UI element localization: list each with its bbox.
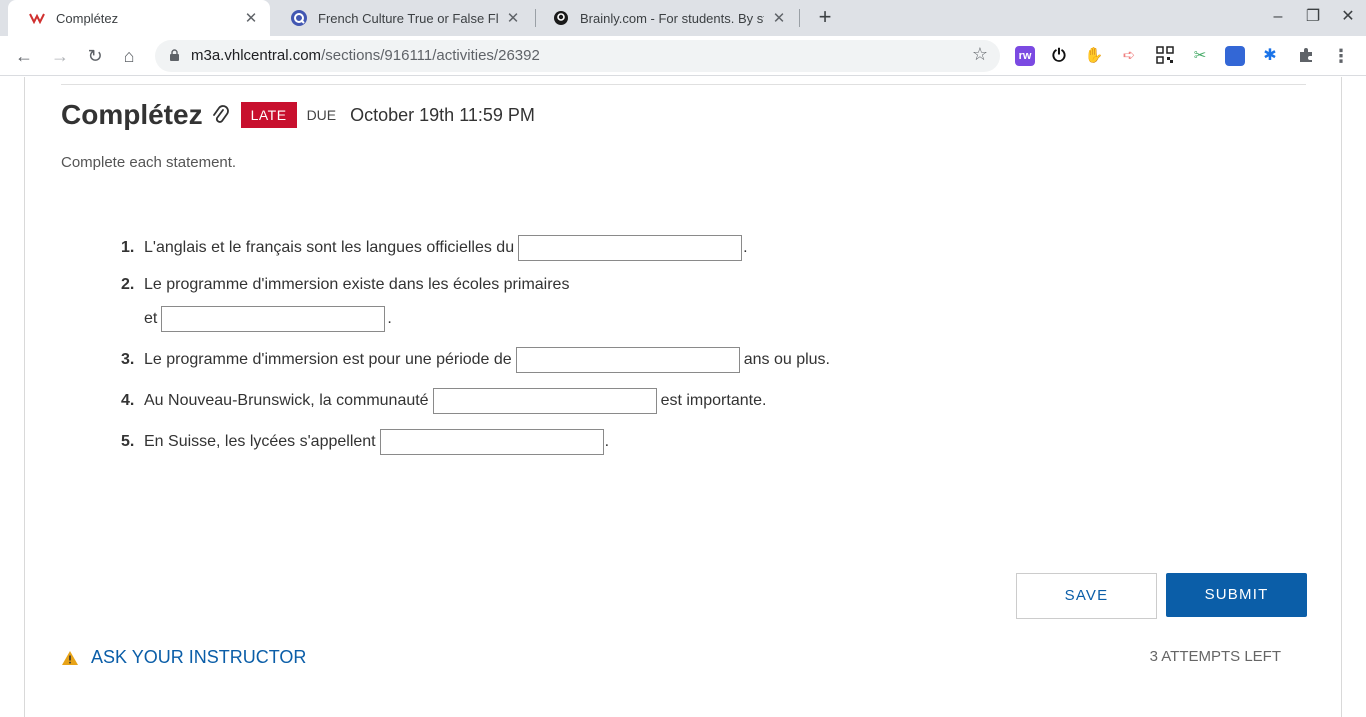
- extension-arrow-icon[interactable]: ➪: [1119, 46, 1139, 66]
- question-5: 5. En Suisse, les lycées s'appellent .: [121, 429, 609, 455]
- extension-screen-icon[interactable]: [1225, 46, 1245, 66]
- activity-header: Complétez LATE DUE October 19th 11:59 PM: [61, 99, 535, 131]
- brainly-icon: [552, 9, 570, 27]
- page-content: Complétez LATE DUE October 19th 11:59 PM…: [0, 77, 1366, 717]
- submit-button[interactable]: SUBMIT: [1166, 573, 1307, 617]
- instructions: Complete each statement.: [61, 154, 237, 171]
- question-suffix: ans ou plus.: [743, 351, 830, 368]
- lock-icon[interactable]: [169, 49, 180, 65]
- warning-icon: [61, 650, 79, 666]
- tab-completez[interactable]: Complétez ✕: [8, 0, 270, 36]
- question-suffix: est importante.: [660, 392, 767, 409]
- tab-title: Complétez: [56, 10, 119, 26]
- reload-icon[interactable]: ↻: [83, 44, 107, 68]
- attempts-left: 3 ATTEMPTS LEFT: [1149, 648, 1281, 665]
- close-window-icon[interactable]: ✕: [1330, 0, 1366, 36]
- activity-frame: Complétez LATE DUE October 19th 11:59 PM…: [24, 77, 1342, 717]
- tab-quizlet[interactable]: French Culture True or False Flas ✕: [270, 0, 532, 36]
- new-tab-icon[interactable]: +: [812, 4, 838, 30]
- restore-icon[interactable]: ❐: [1295, 0, 1331, 36]
- tab-title: Brainly.com - For students. By stu: [580, 10, 764, 26]
- url-host: m3a.vhlcentral.com: [191, 47, 322, 64]
- extension-puzzle-blue-icon[interactable]: ✱: [1260, 46, 1280, 66]
- question-number: 3.: [121, 351, 135, 368]
- close-tab-icon[interactable]: ✕: [504, 9, 522, 27]
- question-suffix: .: [604, 433, 610, 450]
- extension-rw-icon[interactable]: rw: [1015, 46, 1035, 66]
- question-number: 2.: [121, 276, 135, 293]
- tab-bar: Complétez ✕ French Culture True or False…: [0, 0, 1366, 36]
- question-2: 2. Le programme d'immersion existe dans …: [121, 276, 569, 294]
- extensions-puzzle-icon[interactable]: [1296, 46, 1316, 66]
- browser-toolbar: ← → ↻ ⌂ m3a.vhlcentral.com/sections/9161…: [0, 36, 1366, 76]
- divider: [61, 84, 1306, 85]
- question-3: 3. Le programme d'immersion est pour une…: [121, 347, 830, 373]
- question-text: Le programme d'immersion existe dans les…: [144, 276, 570, 293]
- ask-instructor-link[interactable]: ASK YOUR INSTRUCTOR: [61, 647, 306, 668]
- ask-instructor-label: ASK YOUR INSTRUCTOR: [91, 647, 307, 667]
- page-title: Complétez: [61, 99, 203, 130]
- close-tab-icon[interactable]: ✕: [242, 9, 260, 27]
- extension-qr-icon[interactable]: [1155, 46, 1175, 66]
- answer-input-5[interactable]: [379, 429, 604, 455]
- tab-separator: [799, 9, 800, 27]
- question-number: 5.: [121, 433, 135, 450]
- save-button[interactable]: SAVE: [1016, 573, 1157, 619]
- answer-input-4[interactable]: [432, 388, 657, 414]
- url-text: m3a.vhlcentral.com/sections/916111/activ…: [191, 47, 540, 64]
- tab-brainly[interactable]: Brainly.com - For students. By stu ✕: [532, 0, 798, 36]
- paperclip-icon: [211, 104, 229, 126]
- question-number: 1.: [121, 239, 135, 256]
- back-icon[interactable]: ←: [12, 44, 36, 68]
- question-text: En Suisse, les lycées s'appellent: [144, 433, 376, 450]
- question-text: Le programme d'immersion est pour une pé…: [144, 351, 512, 368]
- url-path: /sections/916111/activities/26392: [321, 47, 540, 64]
- address-bar[interactable]: m3a.vhlcentral.com/sections/916111/activ…: [155, 40, 1000, 72]
- late-badge: LATE: [240, 102, 297, 128]
- extension-hand-icon[interactable]: ✋: [1084, 46, 1104, 66]
- question-text: L'anglais et le français sont les langue…: [144, 239, 515, 256]
- question-text: et: [144, 310, 158, 327]
- minimize-icon[interactable]: –: [1260, 0, 1296, 36]
- vhl-icon: [28, 9, 46, 27]
- extension-power-icon[interactable]: ⏻: [1049, 46, 1069, 66]
- forward-icon[interactable]: →: [48, 44, 72, 68]
- question-suffix: .: [743, 239, 748, 256]
- quizlet-icon: [290, 9, 308, 27]
- answer-input-3[interactable]: [515, 347, 740, 373]
- menu-kebab-icon[interactable]: ⋮: [1331, 46, 1351, 66]
- close-tab-icon[interactable]: ✕: [770, 9, 788, 27]
- question-2-line-2: et .: [144, 306, 392, 332]
- question-4: 4. Au Nouveau-Brunswick, la communauté e…: [121, 388, 766, 414]
- due-label: DUE: [306, 107, 337, 123]
- home-icon[interactable]: ⌂: [117, 44, 141, 68]
- question-suffix: .: [387, 310, 392, 327]
- question-text: Au Nouveau-Brunswick, la communauté: [144, 392, 429, 409]
- extension-scissors-icon[interactable]: ✂: [1190, 46, 1210, 66]
- answer-input-2[interactable]: [161, 306, 386, 332]
- tab-title: French Culture True or False Flas: [318, 10, 498, 26]
- question-1: 1. L'anglais et le français sont les lan…: [121, 235, 748, 261]
- bookmark-star-icon[interactable]: ☆: [972, 44, 988, 65]
- due-date: October 19th 11:59 PM: [350, 104, 535, 125]
- answer-input-1[interactable]: [518, 235, 743, 261]
- question-number: 4.: [121, 392, 135, 409]
